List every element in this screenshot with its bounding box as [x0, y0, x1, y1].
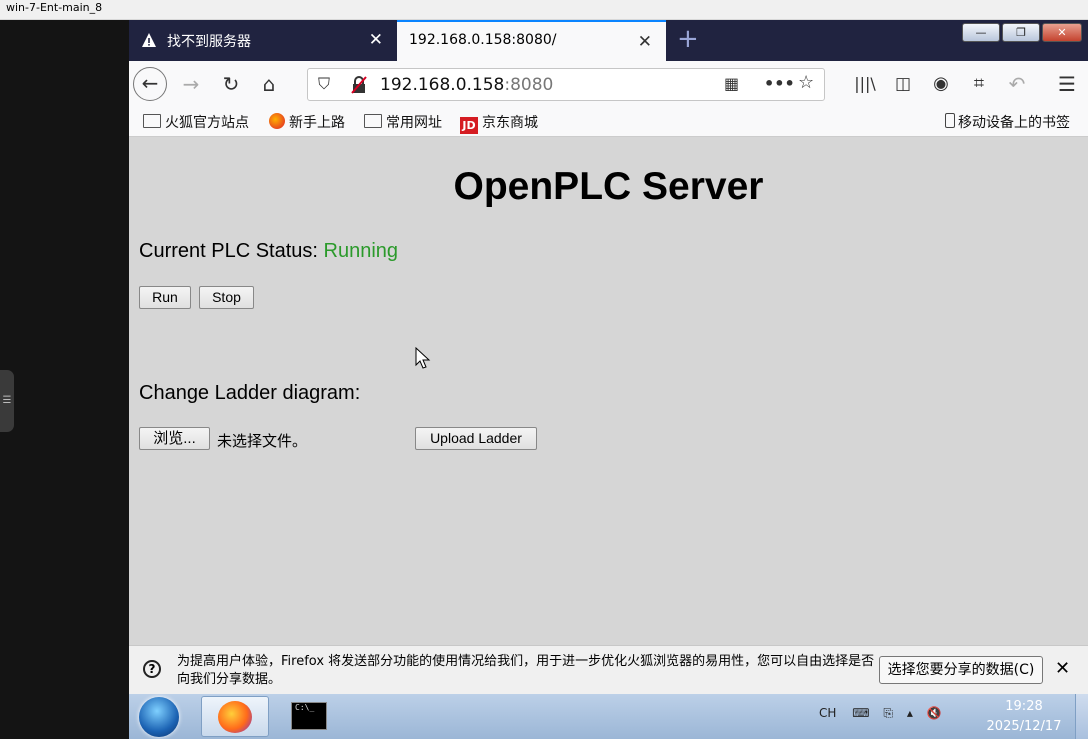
volume-muted-icon[interactable]: 🔇	[927, 706, 942, 720]
window-controls: — ❐ ✕	[962, 23, 1082, 45]
no-file-label: 未选择文件。	[217, 433, 308, 450]
notification-close-icon[interactable]: ✕	[1055, 658, 1070, 679]
taskbar: C:\_ CH ⌨ ⎘ ▴ 🔇 19:28 2025/12/17	[129, 694, 1088, 739]
more-actions-icon[interactable]: •••	[764, 74, 795, 93]
keyboard-icon[interactable]: ⌨	[852, 706, 869, 720]
bookmark-item[interactable]: 火狐官方站点	[143, 112, 249, 132]
page-content: OpenPLC Server Current PLC Status: Runni…	[129, 137, 1088, 645]
clock-date: 2025/12/17	[986, 719, 1062, 734]
upload-ladder-button[interactable]: Upload Ladder	[415, 427, 537, 450]
status-value: Running	[323, 240, 399, 262]
clock-time: 19:28	[1005, 699, 1043, 714]
ime-indicator[interactable]: CH	[819, 706, 836, 720]
home-button[interactable]: ⌂	[253, 68, 285, 100]
bookmark-label: 新手上路	[289, 115, 345, 131]
bookmark-star-icon[interactable]: ☆	[798, 72, 814, 93]
tab-close-icon[interactable]: ✕	[638, 32, 652, 52]
tab-close-icon[interactable]: ✕	[369, 30, 383, 50]
left-side-panel: ☰	[0, 20, 129, 739]
firefox-icon	[269, 113, 285, 129]
network-icon[interactable]: ⎘	[883, 706, 893, 720]
mobile-bookmarks[interactable]: 移动设备上的书签	[945, 112, 1070, 132]
library-icon[interactable]: |||\	[849, 68, 881, 100]
sidebar-icon[interactable]: ◫	[887, 68, 919, 100]
telemetry-notification-bar: ? 为提高用户体验，Firefox 将发送部分功能的使用情况给我们，用于进一步优…	[129, 645, 1088, 694]
mobile-bookmarks-label: 移动设备上的书签	[958, 115, 1070, 131]
forward-button[interactable]: →	[175, 68, 207, 100]
nav-bar: ← → ↻ ⌂ ⛉ 192.168.0.158:8080 ▦ ••• ☆ |||…	[129, 61, 1088, 107]
shield-icon[interactable]: ⛉	[318, 74, 330, 94]
ladder-heading: Change Ladder diagram:	[139, 382, 361, 404]
url-text: 192.168.0.158:8080	[380, 75, 553, 95]
jd-icon: JD	[460, 117, 478, 134]
notification-text: 为提高用户体验，Firefox 将发送部分功能的使用情况给我们，用于进一步优化火…	[177, 654, 875, 687]
start-button[interactable]	[139, 697, 179, 737]
show-desktop-button[interactable]	[1075, 694, 1088, 739]
menu-icon[interactable]: ☰	[1051, 68, 1083, 100]
help-icon: ?	[143, 660, 161, 678]
close-window-button[interactable]: ✕	[1042, 23, 1082, 42]
bookmark-item[interactable]: 常用网址	[364, 112, 442, 132]
tab-server-not-found[interactable]: 找不到服务器 ✕	[129, 20, 397, 61]
firefox-icon	[218, 701, 252, 733]
url-host: 192.168.0.158	[380, 75, 505, 95]
bookmark-item[interactable]: 新手上路	[269, 112, 345, 132]
plc-status: Current PLC Status: Running	[139, 240, 398, 263]
bookmark-label: 京东商城	[482, 115, 538, 131]
tab-openplc[interactable]: 192.168.0.158:8080/ ✕	[397, 20, 666, 61]
minimize-button[interactable]: —	[962, 23, 1000, 42]
bookmarks-toolbar: 火狐官方站点 新手上路 常用网址 JD 京东商城 移动设备上的书签	[129, 107, 1088, 137]
taskbar-cmd[interactable]: C:\_	[291, 702, 327, 730]
bookmark-label: 常用网址	[386, 115, 442, 131]
bookmark-item[interactable]: JD 京东商城	[460, 112, 538, 134]
restore-button[interactable]: ❐	[1002, 23, 1040, 42]
system-tray: CH ⌨ ⎘ ▴ 🔇	[819, 706, 942, 721]
undo-icon[interactable]: ↶	[1001, 68, 1033, 100]
account-icon[interactable]: ◉	[925, 68, 957, 100]
url-port: :8080	[504, 75, 554, 95]
reload-button[interactable]: ↻	[215, 68, 247, 100]
panel-handle[interactable]: ☰	[0, 370, 14, 432]
choose-data-button[interactable]: 选择您要分享的数据(C)	[879, 656, 1043, 684]
browser-window: 找不到服务器 ✕ 192.168.0.158:8080/ ✕ + — ❐ ✕ ←…	[129, 20, 1088, 694]
insecure-lock-icon[interactable]	[350, 76, 368, 94]
show-hidden-icons-icon[interactable]: ▴	[907, 706, 913, 720]
qr-code-icon[interactable]: ▦	[724, 74, 739, 93]
back-button[interactable]: ←	[133, 67, 167, 101]
folder-icon	[143, 114, 161, 128]
url-bar[interactable]: ⛉ 192.168.0.158:8080 ▦ ••• ☆	[307, 68, 825, 101]
warning-icon	[142, 33, 156, 47]
mouse-cursor-icon	[415, 347, 431, 369]
bookmark-label: 火狐官方站点	[165, 115, 249, 131]
status-label: Current PLC Status:	[139, 240, 324, 262]
new-tab-button[interactable]: +	[677, 24, 699, 54]
vm-title-bar: win-7-Ent-main_8	[0, 0, 1088, 20]
browse-button[interactable]: 浏览...	[139, 427, 210, 450]
tab-strip: 找不到服务器 ✕ 192.168.0.158:8080/ ✕ + — ❐ ✕	[129, 20, 1088, 61]
tab-label: 192.168.0.158:8080/	[409, 32, 557, 48]
stop-button[interactable]: Stop	[199, 286, 254, 309]
tab-label: 找不到服务器	[167, 34, 251, 50]
phone-icon	[945, 113, 955, 128]
screenshot-icon[interactable]: ⌗	[963, 68, 995, 100]
run-button[interactable]: Run	[139, 286, 191, 309]
page-title: OpenPLC Server	[453, 165, 764, 208]
clock[interactable]: 19:28 2025/12/17	[979, 697, 1069, 737]
folder-icon	[364, 114, 382, 128]
taskbar-firefox[interactable]	[201, 696, 269, 737]
